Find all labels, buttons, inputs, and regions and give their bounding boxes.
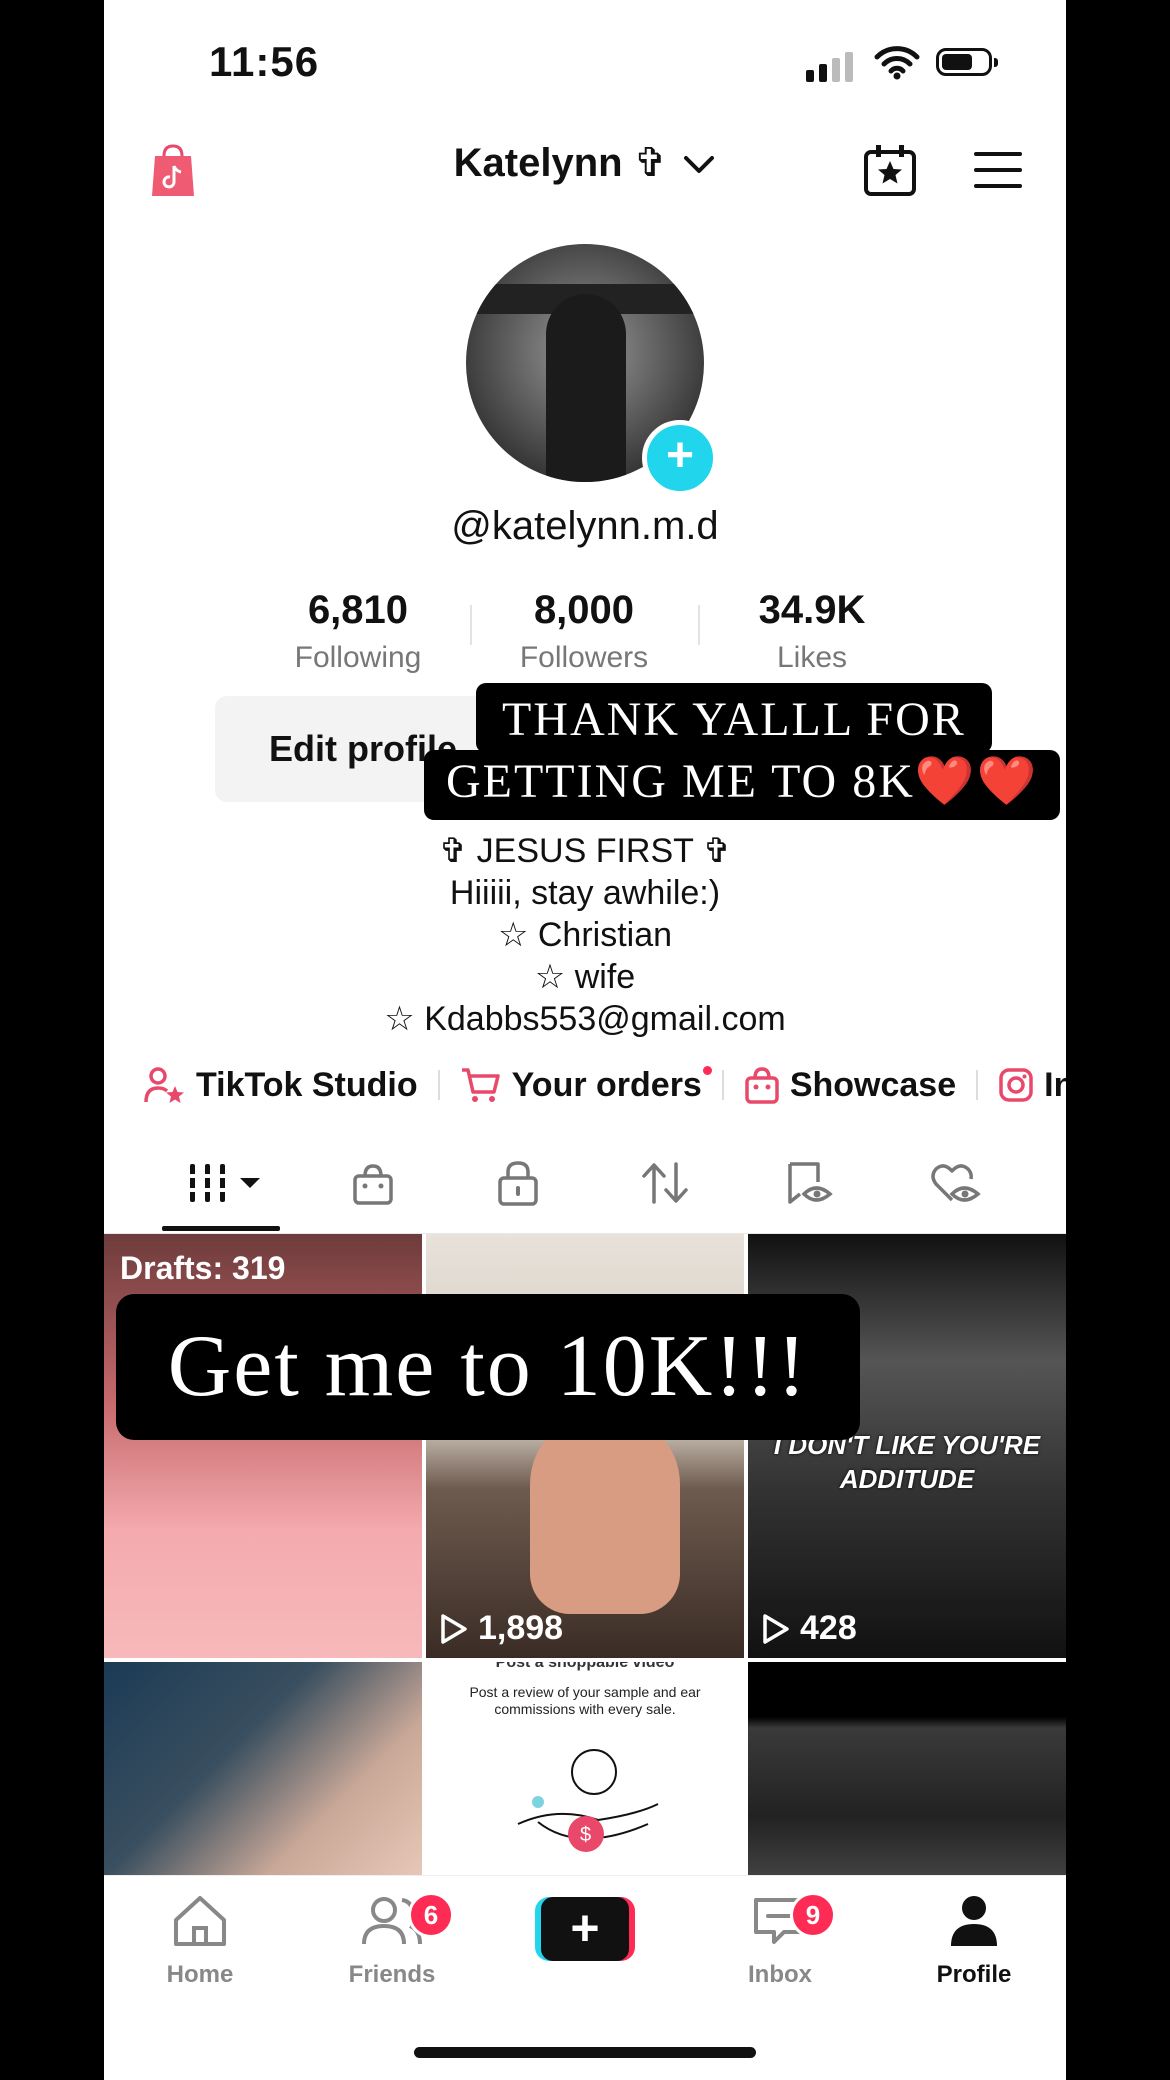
bookmark-hidden-icon — [788, 1162, 833, 1204]
profile-name-switcher[interactable]: Katelynn ✞ — [104, 140, 1066, 186]
play-icon — [763, 1613, 789, 1644]
inbox-badge: 9 — [790, 1892, 836, 1938]
overlay-big-text: Get me to 10K!!! — [116, 1294, 860, 1440]
view-count-value: 428 — [800, 1609, 857, 1647]
calendar-star-icon[interactable] — [862, 142, 918, 198]
bio: ✞ JESUS FIRST ✞ Hiiiii, stay awhile:) ☆ … — [104, 830, 1066, 1040]
plus-icon: + — [541, 1897, 629, 1961]
add-photo-button[interactable]: + — [642, 420, 718, 496]
status-time: 11:56 — [209, 38, 320, 85]
orders-dot-badge — [702, 1065, 712, 1075]
nav-inbox[interactable]: Inbox 9 — [710, 1892, 850, 1989]
profile-screen: 11:56 Katelynn ✞ + @katelynn.m.d 6,810 F… — [104, 0, 1066, 2080]
nav-inbox-label: Inbox — [748, 1961, 812, 1988]
nav-home-label: Home — [166, 1961, 234, 1988]
content-tabs — [104, 1150, 1066, 1230]
profile-links-row: TikTok Studio Your orders Showcase In — [144, 1062, 1066, 1108]
chevron-down-icon — [684, 156, 715, 174]
nav-profile[interactable]: Profile — [904, 1894, 1044, 1989]
video-tile[interactable] — [748, 1662, 1066, 1882]
shoppable-promo-tile[interactable]: Post a shoppable video Post a review of … — [426, 1662, 744, 1882]
friends-badge: 6 — [408, 1892, 454, 1938]
create-button[interactable]: + — [535, 1897, 635, 1961]
nav-profile-label: Profile — [936, 1961, 1012, 1988]
instagram-link[interactable]: In — [998, 1066, 1066, 1105]
grid-menu-icon — [188, 1164, 260, 1202]
overlay-text-line2: GETTING ME TO 8K❤️❤️ — [424, 750, 1061, 820]
showcase-label: Showcase — [789, 1065, 957, 1104]
display-name: Katelynn ✞ — [453, 141, 668, 185]
profile-icon — [951, 1896, 997, 1946]
following-stat[interactable]: 6,810 Following — [258, 588, 458, 675]
likes-label: Likes — [776, 641, 848, 674]
studio-person-icon — [144, 1067, 184, 1103]
shopping-bag-icon — [745, 1067, 779, 1104]
overlay-text-line1: THANK YALLL FOR — [476, 683, 992, 753]
nav-friends-label: Friends — [348, 1961, 436, 1988]
bio-line: ☆ Kdabbs553@gmail.com — [384, 1000, 786, 1038]
likes-count: 34.9K — [758, 588, 866, 632]
likes-stat[interactable]: 34.9K Likes — [712, 588, 912, 675]
showcase-link[interactable]: Showcase — [744, 1066, 956, 1105]
repost-icon — [642, 1162, 688, 1204]
battery-icon — [936, 48, 998, 76]
link-separator — [976, 1070, 979, 1100]
instagram-icon — [999, 1068, 1033, 1102]
following-label: Following — [294, 641, 422, 674]
promo-text: Post a review of your sample and ear com… — [469, 1684, 701, 1717]
menu-icon[interactable] — [974, 150, 1022, 190]
play-icon — [441, 1613, 467, 1644]
your-orders-link[interactable]: Your orders — [460, 1065, 712, 1105]
lock-icon — [498, 1161, 538, 1206]
cart-icon — [461, 1068, 500, 1102]
followers-stat[interactable]: 8,000 Followers — [484, 588, 684, 675]
tab-private[interactable] — [497, 1160, 539, 1211]
instagram-label: In — [1044, 1065, 1066, 1104]
followers-count: 8,000 — [533, 588, 635, 632]
stat-divider — [698, 605, 700, 645]
svg-text:$: $ — [580, 1824, 591, 1846]
followers-label: Followers — [519, 641, 649, 674]
wifi-icon — [874, 46, 920, 80]
bio-line: ☆ Christian — [497, 916, 673, 954]
profile-handle: @katelynn.m.d — [451, 504, 719, 548]
following-count: 6,810 — [307, 588, 409, 632]
signal-icon — [806, 52, 853, 82]
drafts-label: Drafts: 319 — [120, 1250, 286, 1286]
tab-videos[interactable] — [188, 1160, 268, 1211]
link-separator — [437, 1070, 440, 1100]
tab-shop[interactable] — [352, 1162, 394, 1211]
tab-liked[interactable] — [930, 1160, 982, 1211]
home-icon — [174, 1896, 226, 1946]
bio-line: ✞ JESUS FIRST ✞ — [438, 832, 732, 870]
shopping-bag-icon — [353, 1164, 393, 1205]
tiktok-studio-link[interactable]: TikTok Studio — [144, 1066, 418, 1105]
home-indicator — [414, 2047, 756, 2058]
nav-friends[interactable]: Friends 6 — [322, 1892, 462, 1989]
bio-line: Hiiiii, stay awhile:) — [449, 874, 721, 912]
your-orders-label: Your orders — [511, 1065, 702, 1104]
link-separator — [721, 1070, 724, 1100]
video-tile[interactable] — [104, 1662, 422, 1882]
nav-home[interactable]: Home — [130, 1894, 270, 1989]
view-count: 428 — [762, 1609, 857, 1648]
bio-line: ☆ wife — [534, 958, 636, 996]
view-count-value: 1,898 — [478, 1609, 564, 1647]
view-count: 1,898 — [440, 1609, 563, 1648]
money-illustration-icon: $ — [517, 1749, 659, 1852]
tiktok-studio-label: TikTok Studio — [196, 1065, 418, 1104]
stat-divider — [470, 605, 472, 645]
promo-title: Post a shoppable video — [495, 1662, 675, 1671]
heart-hidden-icon — [931, 1164, 981, 1202]
video-thumbnail-face — [530, 1414, 680, 1614]
tab-favorites[interactable] — [786, 1160, 836, 1211]
tab-active-underline — [162, 1226, 280, 1231]
tab-reposts[interactable] — [640, 1160, 690, 1211]
